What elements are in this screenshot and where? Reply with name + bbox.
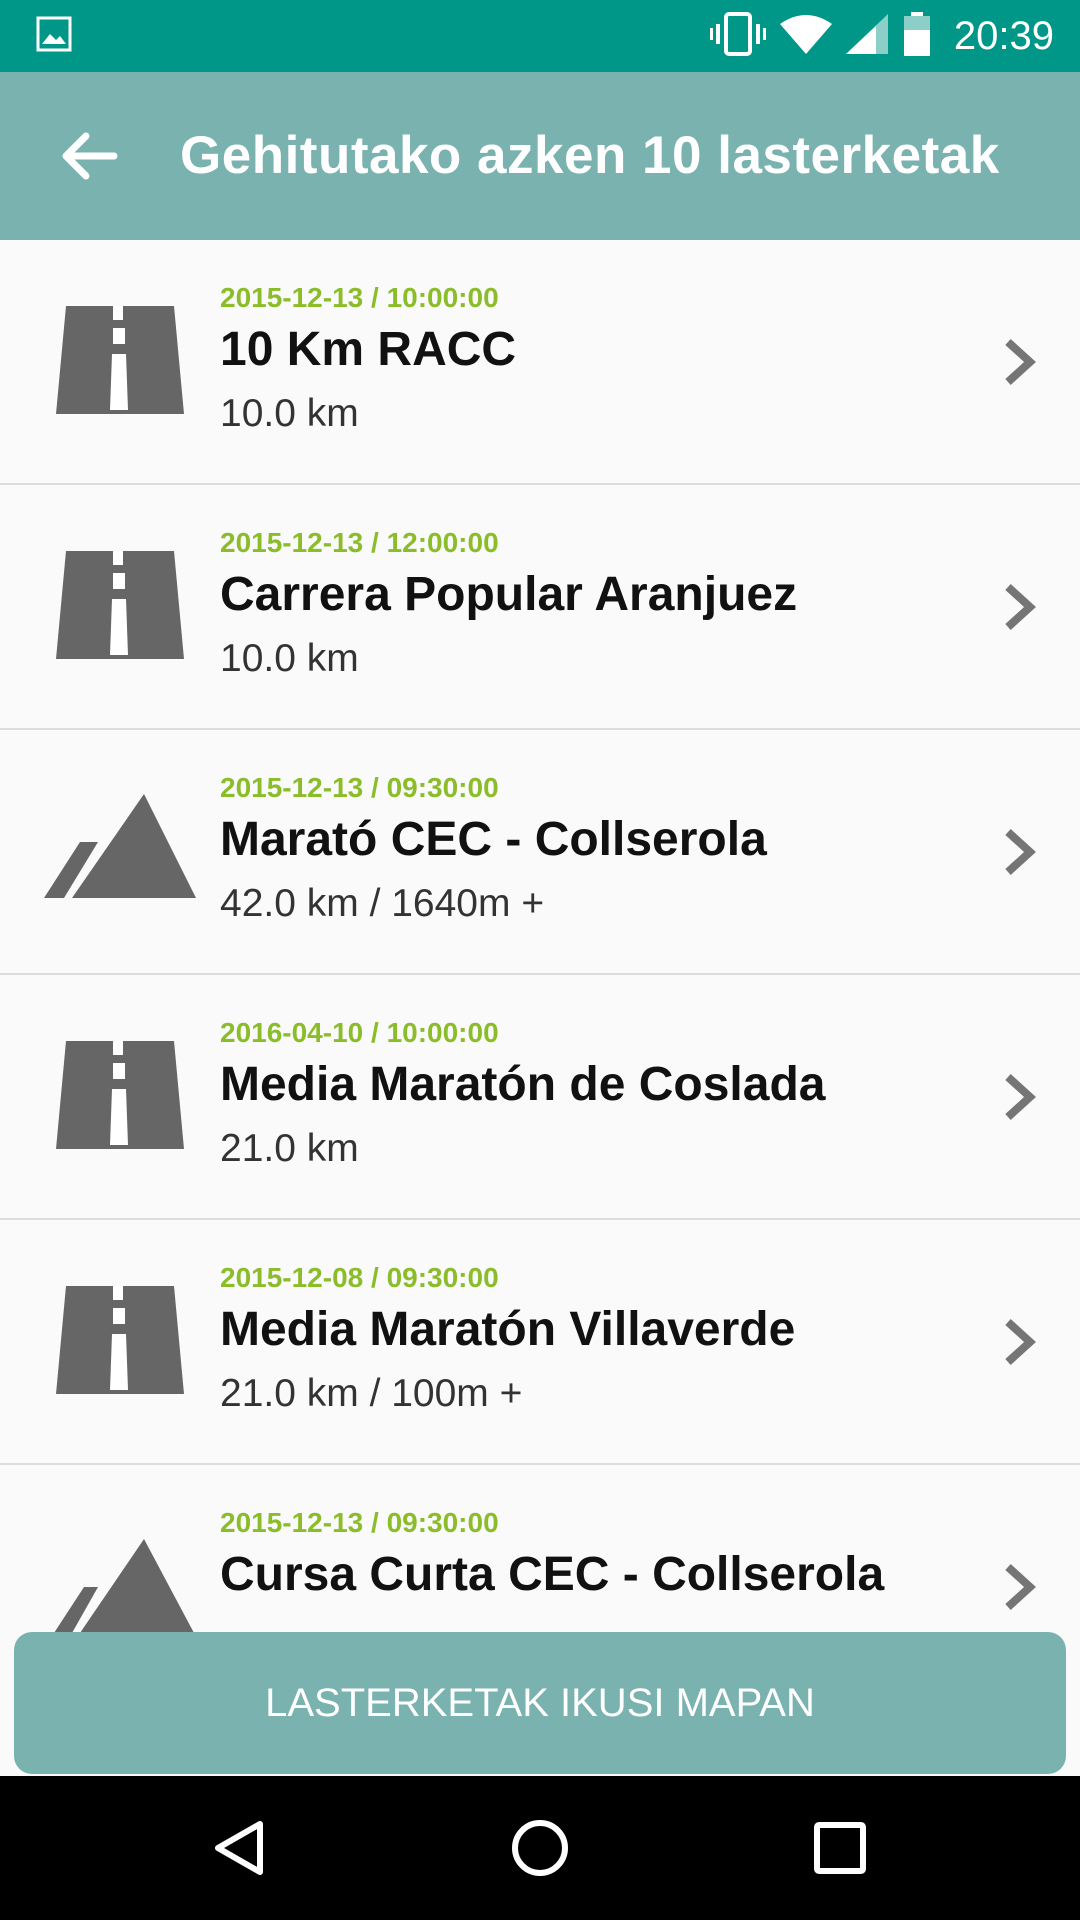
race-list[interactable]: 2015-12-13 / 10:00:00 10 Km RACC 10.0 km… [0, 240, 1080, 1632]
race-name: 10 Km RACC [220, 323, 517, 376]
race-distance: 21.0 km [220, 1127, 359, 1170]
navigation-bar [0, 1776, 1080, 1920]
race-row[interactable]: 2015-12-13 / 09:30:00 Cursa Curta CEC - … [0, 1465, 1080, 1632]
race-name: Media Maratón de Coslada [220, 1058, 826, 1111]
race-name: Carrera Popular Aranjuez [220, 568, 798, 621]
race-date: 2015-12-13 / 09:30:00 [220, 1507, 499, 1538]
race-date: 2016-04-10 / 10:00:00 [220, 1017, 499, 1048]
view-on-map-button[interactable]: LASTERKETAK IKUSI MAPAN [14, 1632, 1066, 1774]
race-name: Cursa Curta CEC - Collserola [220, 1548, 885, 1601]
status-clock: 20:39 [953, 13, 1054, 58]
chevron-right-icon [1000, 1071, 1040, 1123]
chevron-right-icon [1000, 581, 1040, 633]
chevron-right-icon [1000, 1561, 1040, 1613]
road-icon [44, 300, 196, 420]
race-name: Media Maratón Villaverde [220, 1303, 796, 1356]
battery-icon [902, 11, 932, 61]
road-icon [44, 1280, 196, 1400]
race-row[interactable]: 2015-12-13 / 12:00:00 Carrera Popular Ar… [0, 485, 1080, 730]
mountain-icon [44, 790, 196, 910]
race-date: 2015-12-13 / 09:30:00 [220, 772, 499, 803]
road-icon [44, 545, 196, 665]
chevron-right-icon [1000, 1316, 1040, 1368]
race-distance: 21.0 km / 100m + [220, 1372, 523, 1415]
race-row[interactable]: 2015-12-13 / 10:00:00 10 Km RACC 10.0 km [0, 240, 1080, 485]
race-row[interactable]: 2015-12-08 / 09:30:00 Media Maratón Vill… [0, 1220, 1080, 1465]
wifi-icon [779, 14, 832, 59]
race-distance: 10.0 km [220, 392, 359, 435]
back-triangle-icon[interactable] [210, 1818, 270, 1878]
race-name: Marató CEC - Collserola [220, 813, 767, 866]
vibrate-icon [709, 11, 766, 61]
chevron-right-icon [1000, 336, 1040, 388]
race-date: 2015-12-13 / 12:00:00 [220, 527, 499, 558]
toolbar: Gehitutako azken 10 lasterketak [0, 72, 1080, 240]
image-icon [36, 16, 72, 57]
chevron-right-icon [1000, 826, 1040, 878]
home-circle-icon[interactable] [510, 1818, 570, 1878]
signal-icon [845, 13, 888, 59]
race-date: 2015-12-08 / 09:30:00 [220, 1262, 499, 1293]
race-row[interactable]: 2016-04-10 / 10:00:00 Media Maratón de C… [0, 975, 1080, 1220]
road-icon [44, 1035, 196, 1155]
race-distance: 42.0 km / 1640m + [220, 882, 545, 925]
race-distance: 10.0 km [220, 637, 359, 680]
race-date: 2015-12-13 / 10:00:00 [220, 282, 499, 313]
mountain-icon [44, 1525, 196, 1632]
race-row[interactable]: 2015-12-13 / 09:30:00 Marató CEC - Colls… [0, 730, 1080, 975]
status-bar: 20:39 [0, 0, 1080, 72]
page-title: Gehitutako azken 10 lasterketak [180, 126, 1000, 185]
arrow-left-icon[interactable] [56, 124, 120, 188]
recents-square-icon[interactable] [810, 1818, 870, 1878]
